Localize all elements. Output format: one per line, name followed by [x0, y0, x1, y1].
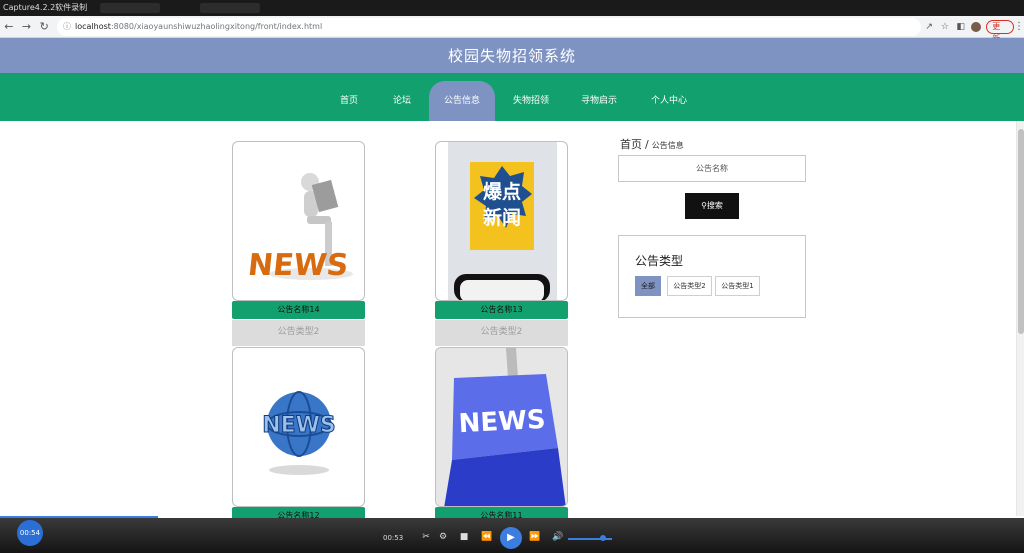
breadcrumb: 首页 / 公告信息: [620, 136, 684, 152]
type-filter-panel: 公告类型 全部 公告类型2 公告类型1: [618, 235, 806, 318]
volume-knob[interactable]: [600, 535, 607, 541]
news-card[interactable]: 爆点 新闻 公告名称13 公告类型2: [435, 141, 568, 346]
recorder-title: Capture4.2.2软件录制: [3, 3, 88, 12]
news-image[interactable]: NEWS: [232, 141, 365, 301]
news-image[interactable]: NEWS: [232, 347, 365, 507]
url-host: localhost: [75, 22, 111, 31]
update-button[interactable]: 更新: [986, 19, 1015, 43]
address-bar[interactable]: ⓘ localhost:8080/xiaoyaunshiwuzhaolingxi…: [57, 17, 922, 36]
breaking-text-1: 爆点: [483, 181, 521, 203]
background-tab: [200, 3, 260, 13]
reload-icon[interactable]: ↻: [35, 18, 53, 36]
arrow-right-icon[interactable]: →: [18, 18, 36, 36]
breadcrumb-current: 公告信息: [651, 141, 684, 150]
news-image[interactable]: 爆点 新闻: [435, 141, 568, 301]
volume-icon[interactable]: 🔊: [552, 530, 564, 544]
breadcrumb-separator: /: [645, 138, 649, 151]
recorder-title-bar: Capture4.2.2软件录制: [0, 0, 1024, 16]
more-menu-icon[interactable]: ⋮: [1014, 21, 1024, 32]
globe-text: NEWS: [262, 413, 336, 438]
nav-item-home[interactable]: 首页: [330, 81, 368, 121]
card-name[interactable]: 公告名称14: [232, 301, 365, 319]
nav-item-seeking[interactable]: 寻物启示: [574, 81, 624, 121]
key-text: NEWS: [458, 405, 546, 440]
site-header: 校园失物招领系统: [0, 38, 1024, 73]
browser-toolbar: ← → ↻ ⓘ localhost:8080/xiaoyaunshiwuzhao…: [0, 16, 1024, 43]
nav-item-lost-found[interactable]: 失物招领: [506, 81, 556, 121]
news-key-image: NEWS: [436, 348, 567, 506]
breaking-news-phone-image: 爆点 新闻: [448, 142, 557, 300]
rewind-icon[interactable]: ⏪: [480, 530, 494, 544]
fast-forward-icon[interactable]: ⏩: [528, 530, 542, 544]
nav-item-personal-center[interactable]: 个人中心: [643, 81, 695, 121]
news-image[interactable]: NEWS: [435, 347, 568, 507]
profile-avatar[interactable]: [971, 21, 982, 32]
page-scrollbar[interactable]: [1016, 121, 1024, 516]
settings-icon[interactable]: ⚙: [437, 530, 449, 544]
stop-icon[interactable]: ■: [458, 530, 470, 544]
sidebar-toggle-icon[interactable]: ◧: [953, 18, 969, 36]
site-title: 校园失物招领系统: [447, 47, 576, 65]
card-type: 公告类型2: [232, 320, 365, 346]
type-chip-type2[interactable]: 公告类型2: [667, 276, 712, 296]
card-type: 公告类型2: [435, 320, 568, 346]
video-player-bar: 00:54 00:53 ✂ ⚙ ■ ⏪ ▶ ⏩ 🔊: [0, 518, 1024, 553]
scrollbar-thumb[interactable]: [1018, 129, 1024, 334]
type-chip-all[interactable]: 全部: [635, 276, 661, 296]
bookmark-star-icon[interactable]: ☆: [937, 18, 953, 36]
breadcrumb-home[interactable]: 首页: [620, 138, 642, 151]
nav-item-forum[interactable]: 论坛: [384, 81, 420, 121]
search-button[interactable]: ⚲搜索: [685, 193, 739, 219]
play-button[interactable]: ▶: [500, 527, 522, 549]
search-input[interactable]: 公告名称: [618, 155, 806, 182]
background-tab: [100, 3, 160, 13]
main-nav: 首页 论坛 公告信息 失物招领 寻物启示 个人中心: [0, 73, 1024, 121]
card-name[interactable]: 公告名称13: [435, 301, 568, 319]
news-figure-reading-image: NEWS: [246, 173, 353, 283]
type-filter-title: 公告类型: [635, 254, 684, 268]
screenshot-icon[interactable]: ✂: [420, 530, 432, 544]
site-info-icon[interactable]: ⓘ: [63, 21, 71, 32]
nav-item-announcements[interactable]: 公告信息: [429, 81, 495, 121]
search-button-label: 搜索: [706, 201, 723, 210]
news-word: NEWS: [246, 248, 350, 283]
elapsed-time-bubble: 00:54: [17, 520, 43, 546]
arrow-left-icon[interactable]: ←: [0, 18, 18, 36]
news-globe-image: NEWS: [262, 391, 336, 475]
current-time: 00:53: [383, 534, 404, 542]
type-chip-type1[interactable]: 公告类型1: [715, 276, 760, 296]
news-card[interactable]: NEWS 公告名称14 公告类型2: [232, 141, 365, 346]
url-path: :8080/xiaoyaunshiwuzhaolingxitong/front/…: [110, 22, 323, 31]
share-icon[interactable]: ↗: [921, 18, 937, 36]
breaking-text-2: 新闻: [483, 206, 521, 229]
